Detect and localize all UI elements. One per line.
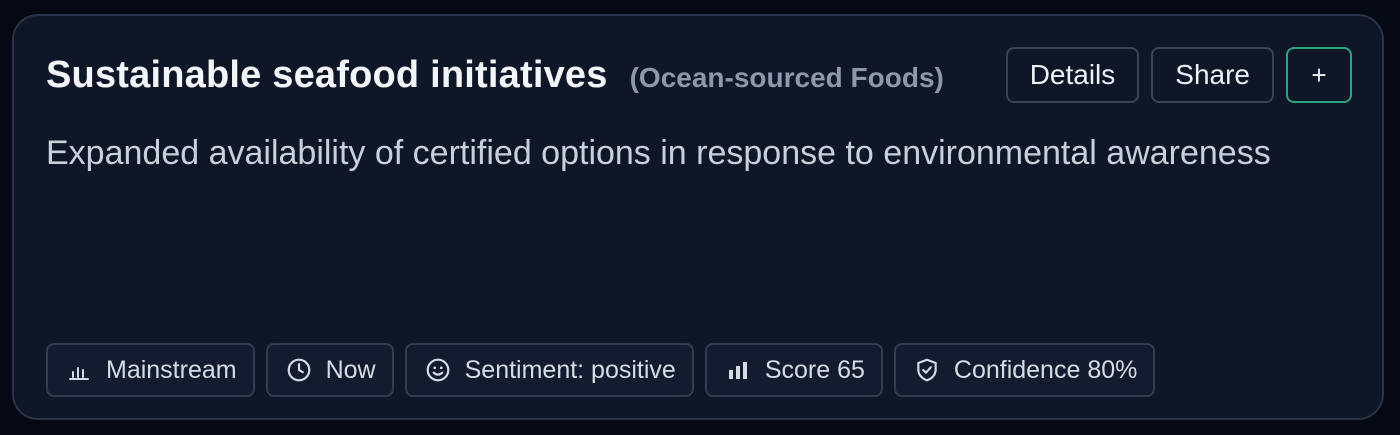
add-button[interactable]: + — [1286, 47, 1352, 103]
tag-label: Score 65 — [764, 355, 865, 384]
share-button[interactable]: Share — [1151, 47, 1274, 103]
tag-stage: Mainstream — [46, 343, 255, 397]
tag-timing: Now — [265, 343, 394, 397]
trend-card: Sustainable seafood initiatives (Ocean-s… — [12, 14, 1384, 420]
tag-label: Sentiment: positive — [464, 355, 676, 384]
card-description: Expanded availability of certified optio… — [46, 134, 1271, 172]
card-header: Sustainable seafood initiatives (Ocean-s… — [46, 54, 944, 97]
details-button[interactable]: Details — [1005, 47, 1140, 103]
tag-sentiment: Sentiment: positive — [404, 343, 694, 397]
bar-chart-icon — [66, 357, 92, 383]
tag-label: Mainstream — [106, 355, 237, 384]
card-category: (Ocean-sourced Foods) — [629, 62, 944, 93]
tag-confidence: Confidence 80% — [893, 343, 1156, 397]
card-actions: Details Share + — [1005, 47, 1352, 103]
tag-score: Score 65 — [704, 343, 883, 397]
tag-label: Now — [325, 355, 376, 384]
card-title: Sustainable seafood initiatives — [46, 54, 608, 96]
clock-icon — [286, 357, 312, 383]
shield-check-icon — [914, 357, 940, 383]
tag-list: Mainstream Now Sentiment: positive Score… — [46, 343, 1156, 397]
smile-icon — [425, 357, 451, 383]
signal-bars-icon — [725, 357, 751, 383]
tag-label: Confidence 80% — [953, 355, 1138, 384]
